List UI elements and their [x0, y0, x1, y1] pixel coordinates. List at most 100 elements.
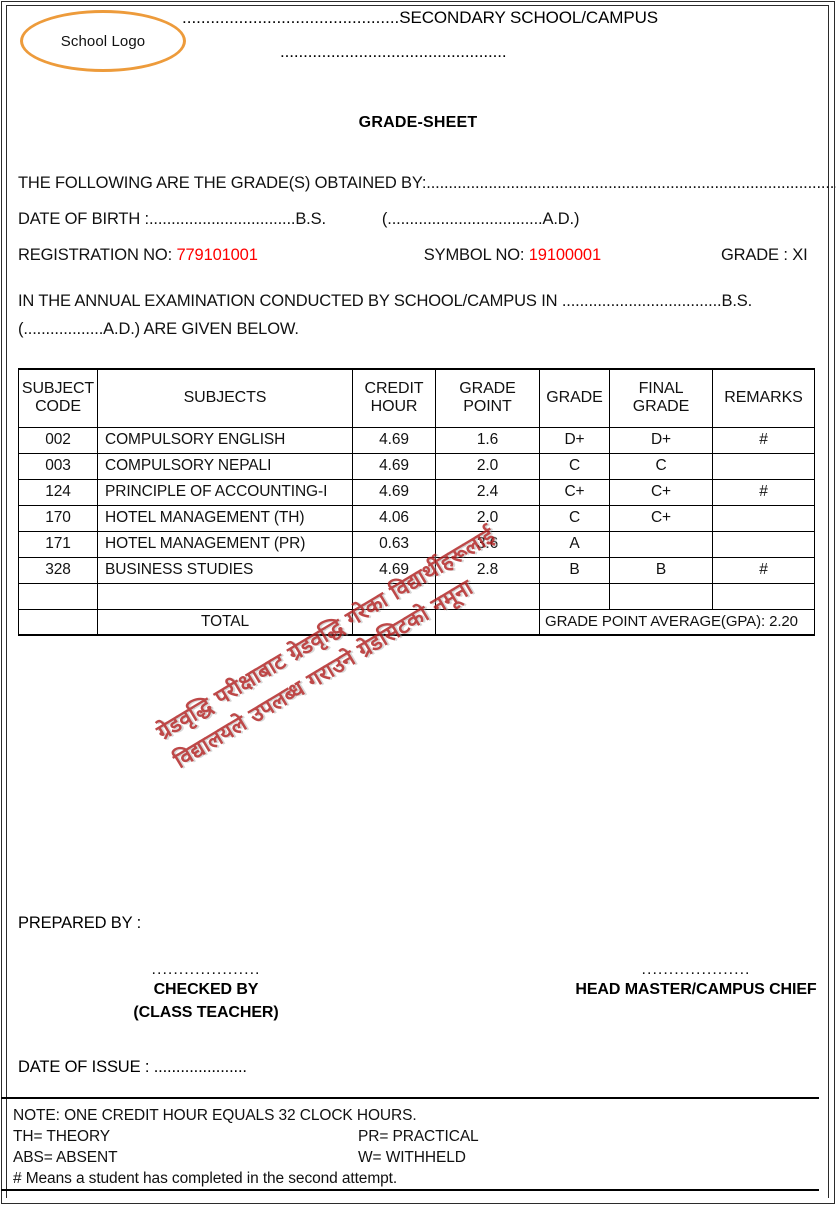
school-logo-label: School Logo	[60, 32, 146, 50]
column-header-final-grade: FINAL GRADE	[609, 368, 713, 428]
prepared-by-label: PREPARED BY :	[18, 914, 142, 932]
grade-cell: A	[539, 530, 610, 558]
column-header-subject-code: SUBJECT CODE	[18, 368, 98, 428]
page-title: GRADE-SHEET	[358, 114, 478, 131]
dob-bs-suffix: B.S.	[295, 210, 326, 228]
filler-cell	[352, 582, 436, 610]
grade-level-label: GRADE : XI	[720, 246, 808, 264]
note-abs-label: ABS= ABSENT	[13, 1149, 118, 1166]
credit-hour-cell: 4.69	[352, 452, 436, 480]
annual-exam-ad-dots: (..................	[18, 320, 104, 338]
following-label: THE FOLLOWING ARE THE GRADE(S) OBTAINED …	[18, 174, 427, 192]
note-pr-label: PR= PRACTICAL	[358, 1128, 479, 1145]
total-grade-point-cell	[435, 608, 540, 636]
document-header: School Logo ............................…	[8, 6, 828, 90]
gpa-cell: GRADE POINT AVERAGE(GPA): 2.20	[539, 608, 815, 636]
remarks-cell: #	[712, 478, 815, 506]
filler-cell	[609, 582, 713, 610]
checked-by-label: CHECKED BY	[153, 981, 259, 998]
school-name-line: ........................................…	[182, 8, 822, 28]
head-master-label: HEAD MASTER/CAMPUS CHIEF	[575, 981, 817, 998]
student-name-line: THE FOLLOWING ARE THE GRADE(S) OBTAINED …	[18, 174, 836, 193]
table-row: 328 BUSINESS STUDIES 4.69 2.8 B B #	[18, 556, 815, 584]
final-grade-cell: D+	[609, 426, 713, 454]
note-hash-meaning: # Means a student has completed in the s…	[13, 1170, 398, 1187]
subject-name-cell: COMPULSORY ENGLISH	[97, 426, 353, 454]
grade-cell: B	[539, 556, 610, 584]
head-master-dots: ....................	[641, 961, 751, 978]
filler-cell	[18, 582, 98, 610]
final-grade-cell: C+	[609, 478, 713, 506]
notes-section: NOTE: ONE CREDIT HOUR EQUALS 32 CLOCK HO…	[1, 1097, 819, 1191]
header-credit-line2: HOUR	[370, 398, 418, 416]
school-name-suffix: SECONDARY SCHOOL/CAMPUS	[399, 8, 659, 27]
filler-cell	[435, 582, 540, 610]
filler-cell	[97, 582, 353, 610]
marks-table: SUBJECT CODE SUBJECTS CREDIT HOUR GRADE …	[18, 368, 815, 636]
registration-label: REGISTRATION NO:	[18, 246, 173, 264]
header-credit-line1: CREDIT	[364, 380, 424, 398]
credit-hour-cell: 4.06	[352, 504, 436, 532]
subject-name-cell: HOTEL MANAGEMENT (TH)	[97, 504, 353, 532]
table-row: 002 COMPULSORY ENGLISH 4.69 1.6 D+ D+ #	[18, 426, 815, 454]
subject-name-cell: COMPULSORY NEPALI	[97, 452, 353, 480]
column-header-grade-point: GRADE POINT	[435, 368, 540, 428]
subject-name-cell: HOTEL MANAGEMENT (PR)	[97, 530, 353, 558]
remarks-cell: #	[712, 426, 815, 454]
table-row: 124 PRINCIPLE OF ACCOUNTING-I 4.69 2.4 C+ C+ #	[18, 478, 815, 506]
header-gp-line1: GRADE	[459, 380, 516, 398]
table-total-row: TOTAL GRADE POINT AVERAGE(GPA): 2.20	[18, 608, 815, 636]
dob-ad-dots: ...................................	[387, 210, 543, 228]
following-dots: ........................................…	[426, 174, 836, 192]
total-blank-code	[18, 608, 98, 636]
header-code-line2: CODE	[35, 398, 81, 416]
table-row: 171 HOTEL MANAGEMENT (PR) 0.63 3.6 A	[18, 530, 815, 558]
grade-cell: C	[539, 504, 610, 532]
dob-dots: .................................	[148, 210, 296, 228]
column-header-remarks: REMARKS	[712, 368, 815, 428]
date-of-issue-line: DATE OF ISSUE : .....................	[18, 1058, 247, 1076]
final-grade-cell: C	[609, 452, 713, 480]
symbol-label: SYMBOL NO:	[423, 246, 525, 264]
grade-point-cell: 2.0	[435, 504, 540, 532]
grade-point-cell: 2.8	[435, 556, 540, 584]
subject-code-cell: 124	[18, 478, 98, 506]
remarks-cell: #	[712, 556, 815, 584]
subject-code-cell: 171	[18, 530, 98, 558]
date-of-birth-line: DATE OF BIRTH :.........................…	[18, 210, 579, 229]
dob-label: DATE OF BIRTH :	[18, 210, 149, 228]
grade-point-cell: 2.4	[435, 478, 540, 506]
dob-ad-suffix: A.D.)	[542, 210, 580, 228]
symbol-number-value: 19100001	[528, 246, 601, 264]
school-logo-placeholder: School Logo	[20, 10, 186, 72]
subject-code-cell: 328	[18, 556, 98, 584]
grade-cell: C	[539, 452, 610, 480]
table-row: 170 HOTEL MANAGEMENT (TH) 4.06 2.0 C C+	[18, 504, 815, 532]
final-grade-cell: C+	[609, 504, 713, 532]
grade-point-cell: 3.6	[435, 530, 540, 558]
annual-exam-text: IN THE ANNUAL EXAMINATION CONDUCTED BY S…	[18, 292, 558, 310]
remarks-cell	[712, 452, 815, 480]
total-label-cell: TOTAL	[97, 608, 353, 636]
marks-table-body: 002 COMPULSORY ENGLISH 4.69 1.6 D+ D+ #003 COMP…	[18, 426, 815, 636]
marks-table-header: SUBJECT CODE SUBJECTS CREDIT HOUR GRADE …	[18, 368, 815, 428]
grade-point-cell: 1.6	[435, 426, 540, 454]
table-header-row: SUBJECT CODE SUBJECTS CREDIT HOUR GRADE …	[18, 368, 815, 428]
subject-name-cell: BUSINESS STUDIES	[97, 556, 353, 584]
final-grade-cell	[609, 530, 713, 558]
column-header-credit-hour: CREDIT HOUR	[352, 368, 436, 428]
column-header-grade: GRADE	[539, 368, 610, 428]
annual-exam-ad-text: A.D.) ARE GIVEN BELOW.	[103, 320, 299, 338]
marks-table-container: SUBJECT CODE SUBJECTS CREDIT HOUR GRADE …	[18, 368, 815, 636]
school-address-dots: ........................................…	[280, 42, 507, 61]
class-teacher-label: (CLASS TEACHER)	[133, 1004, 279, 1022]
table-filler-row	[18, 582, 815, 610]
note-th-label: TH= THEORY	[13, 1128, 111, 1145]
annual-exam-dots: ....................................	[561, 292, 722, 310]
subject-code-cell: 170	[18, 504, 98, 532]
remarks-cell	[712, 530, 815, 558]
grade-sheet-document: School Logo ............................…	[8, 6, 836, 1197]
note-abbrev-row-2: ABS= ABSENT W= WITHHELD	[13, 1147, 819, 1168]
grade-cell: D+	[539, 426, 610, 454]
credit-hour-cell: 4.69	[352, 556, 436, 584]
